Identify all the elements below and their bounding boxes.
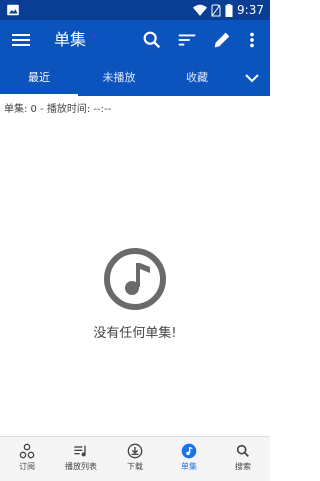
app-bar: 单集 (0, 20, 270, 60)
nav-subscriptions[interactable]: 订阅 (0, 437, 54, 481)
tab-unplayed[interactable]: 未播放 (78, 60, 160, 96)
search-icon[interactable] (141, 29, 163, 51)
nav-episodes[interactable]: 单集 (162, 437, 216, 481)
chevron-down-icon[interactable] (244, 68, 260, 88)
more-vert-icon[interactable] (241, 29, 263, 51)
nav-label: 搜索 (235, 462, 251, 471)
subscriptions-icon (19, 443, 35, 459)
nav-label: 播放列表 (65, 462, 97, 471)
bottom-nav: 订阅 播放列表 下载 单集 搜索 (0, 436, 270, 481)
no-sim-icon (211, 4, 221, 16)
menu-icon[interactable] (12, 29, 30, 51)
edit-icon[interactable] (211, 29, 233, 51)
filter-icon[interactable] (176, 29, 198, 51)
status-bar: 9:37 (0, 0, 270, 20)
empty-state-text: 没有任何单集! (93, 326, 177, 341)
search-icon (236, 444, 249, 457)
battery-icon (225, 3, 233, 17)
download-icon (127, 443, 143, 459)
tab-bar: 最近 未播放 收藏 (0, 60, 270, 96)
playlist-icon (74, 445, 86, 457)
nav-label: 下载 (127, 462, 143, 471)
tab-recent[interactable]: 最近 (0, 60, 78, 96)
music-note-icon (104, 248, 166, 310)
status-right: 9:37 (193, 0, 264, 20)
status-time: 9:37 (237, 3, 264, 17)
nav-playlist[interactable]: 播放列表 (54, 437, 108, 481)
tab-favorites[interactable]: 收藏 (160, 60, 234, 96)
episodes-icon (181, 443, 197, 459)
image-icon (7, 4, 19, 16)
nav-label: 单集 (181, 462, 197, 471)
page-title: 单集 (54, 30, 87, 49)
episodes-summary: 单集: 0 - 播放时间: --:-- (4, 104, 112, 115)
nav-label: 订阅 (19, 462, 35, 471)
tab-indicator (0, 94, 78, 96)
nav-search[interactable]: 搜索 (216, 437, 270, 481)
nav-downloads[interactable]: 下载 (108, 437, 162, 481)
wifi-icon (193, 4, 208, 16)
